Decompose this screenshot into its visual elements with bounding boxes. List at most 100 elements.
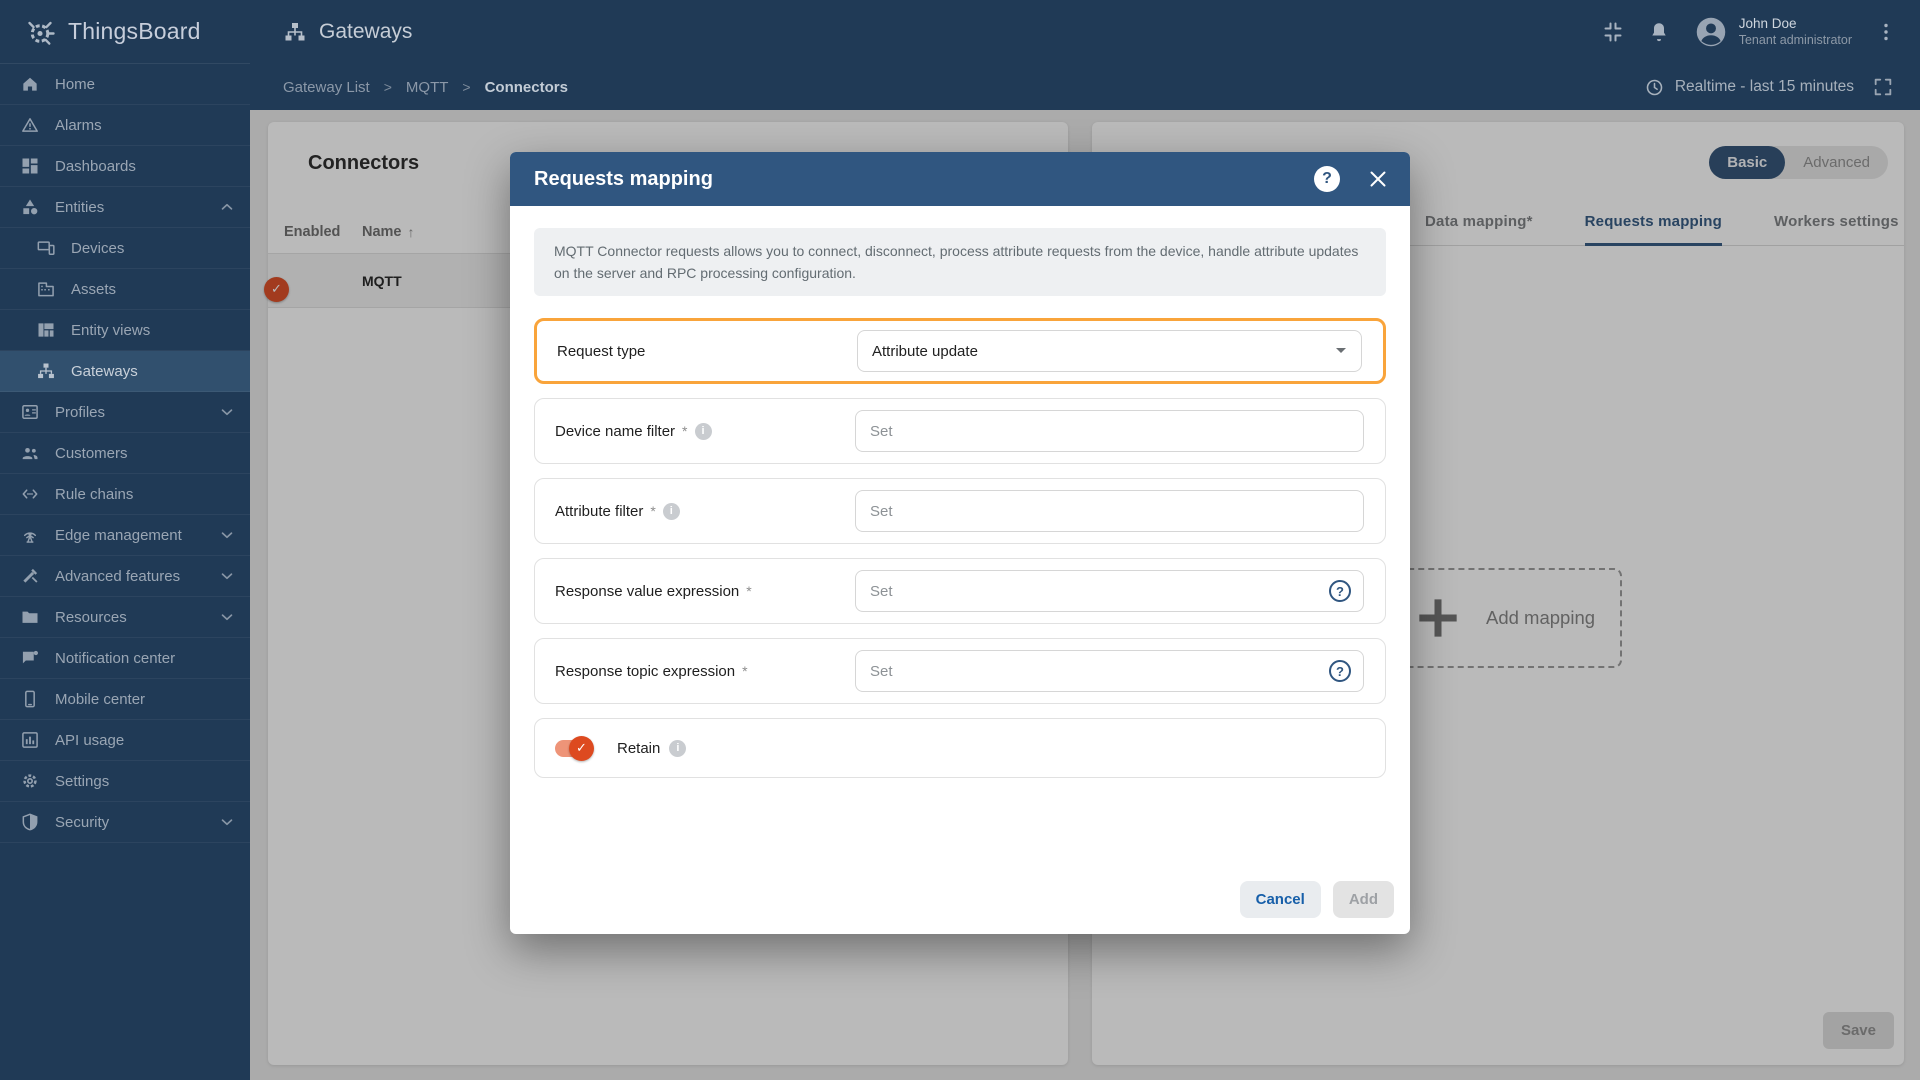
expression-help-icon[interactable]: ? xyxy=(1329,660,1351,682)
smartphone-icon xyxy=(20,689,40,709)
sidebar-item-resources[interactable]: Resources xyxy=(0,597,250,638)
request-type-value: Attribute update xyxy=(872,342,978,360)
more-vert-icon[interactable] xyxy=(1874,20,1898,44)
sidebar-item-alarms[interactable]: Alarms xyxy=(0,105,250,146)
assets-icon xyxy=(36,279,56,299)
chevron-down-icon xyxy=(218,608,236,626)
request-type-select[interactable]: Attribute update xyxy=(857,330,1362,372)
dialog-title: Requests mapping xyxy=(534,167,713,190)
response-value-expression-label: Response value expression xyxy=(555,582,740,600)
sidebar-item-gateways[interactable]: Gateways xyxy=(0,351,250,392)
field-row-device-name-filter: Device name filter * i xyxy=(534,398,1386,464)
retain-label: Retain xyxy=(617,739,661,757)
sidebar-item-assets[interactable]: Assets xyxy=(0,269,250,310)
attribute-filter-input[interactable] xyxy=(855,490,1364,532)
response-value-expression-input[interactable] xyxy=(855,570,1364,612)
required-indicator: * xyxy=(650,503,656,519)
expression-help-icon[interactable]: ? xyxy=(1329,580,1351,602)
field-row-response-value-expression: Response value expression * ? xyxy=(534,558,1386,624)
sidebar-item-mobile-center[interactable]: Mobile center xyxy=(0,679,250,720)
sidebar-item-entity-views[interactable]: Entity views xyxy=(0,310,250,351)
folder-icon xyxy=(20,607,40,627)
add-button[interactable]: Add xyxy=(1332,881,1394,918)
breadcrumb-connectors: Connectors xyxy=(484,78,568,96)
collapse-icon[interactable] xyxy=(1601,20,1625,44)
info-icon[interactable]: i xyxy=(669,739,687,757)
device-name-filter-label: Device name filter xyxy=(555,422,676,440)
sidebar-item-home[interactable]: Home xyxy=(0,64,250,105)
profiles-icon xyxy=(20,402,40,422)
home-icon xyxy=(20,74,40,94)
required-indicator: * xyxy=(742,663,748,679)
required-indicator: * xyxy=(746,583,752,599)
requests-mapping-dialog: Requests mapping ? MQTT Connector reques… xyxy=(510,152,1410,934)
field-row-request-type: Request type Attribute update xyxy=(534,318,1386,384)
cancel-button[interactable]: Cancel xyxy=(1239,881,1321,918)
request-type-label: Request type xyxy=(557,342,646,360)
logo[interactable]: ThingsBoard xyxy=(0,0,250,64)
device-name-filter-input[interactable] xyxy=(855,410,1364,452)
breadcrumb-mqtt[interactable]: MQTT xyxy=(406,79,449,96)
devices-icon xyxy=(36,238,56,258)
dialog-header: Requests mapping ? xyxy=(510,152,1410,206)
sidebar-nav: Home Alarms Dashboards Entities Devices xyxy=(0,64,250,843)
sidebar-item-customers[interactable]: Customers xyxy=(0,433,250,474)
avatar xyxy=(1696,17,1725,47)
required-indicator: * xyxy=(682,423,688,439)
topbar-actions: John Doe Tenant administrator xyxy=(1601,14,1898,50)
breadcrumb-gateway-list[interactable]: Gateway List xyxy=(283,79,370,96)
sidebar-item-rule-chains[interactable]: Rule chains xyxy=(0,474,250,515)
info-icon[interactable]: i xyxy=(694,422,712,440)
breadcrumb-separator: > xyxy=(383,79,392,95)
sidebar-item-dashboards[interactable]: Dashboards xyxy=(0,146,250,187)
attribute-filter-label: Attribute filter xyxy=(555,502,644,520)
user-info: John Doe Tenant administrator xyxy=(1739,15,1852,49)
chevron-down-icon xyxy=(218,813,236,831)
chevron-down-icon xyxy=(218,567,236,585)
retain-toggle[interactable]: ✓ xyxy=(555,735,594,761)
tools-icon xyxy=(20,566,40,586)
fullscreen-icon[interactable] xyxy=(1872,76,1894,98)
sidebar-item-security[interactable]: Security xyxy=(0,802,250,843)
user-menu[interactable]: John Doe Tenant administrator xyxy=(1693,14,1852,50)
top-header: Gateways John Doe Tenant administrator xyxy=(250,0,1920,64)
gateways-icon xyxy=(36,361,56,381)
breadcrumb-separator: > xyxy=(462,79,471,95)
sidebar-item-entities[interactable]: Entities xyxy=(0,187,250,228)
gateways-icon xyxy=(285,23,305,41)
page-title-group: Gateways xyxy=(283,20,412,44)
chevron-down-icon xyxy=(218,526,236,544)
brand-name: ThingsBoard xyxy=(68,18,201,44)
time-range-button[interactable]: Realtime - last 15 minutes xyxy=(1644,77,1854,98)
sidebar-item-advanced-features[interactable]: Advanced features xyxy=(0,556,250,597)
entities-icon xyxy=(20,197,40,217)
customers-icon xyxy=(20,443,40,463)
chart-icon xyxy=(20,730,40,750)
chevron-down-icon xyxy=(1336,348,1346,353)
sidebar-item-notification-center[interactable]: Notification center xyxy=(0,638,250,679)
close-icon[interactable] xyxy=(1366,167,1390,191)
user-name: John Doe xyxy=(1738,16,1797,31)
dialog-description: MQTT Connector requests allows you to co… xyxy=(534,228,1386,296)
sidebar-item-settings[interactable]: Settings xyxy=(0,761,250,802)
breadcrumb-bar: Gateway List > MQTT > Connectors Realtim… xyxy=(250,64,1920,110)
chevron-down-icon xyxy=(218,403,236,421)
breadcrumb: Gateway List > MQTT > Connectors xyxy=(283,79,568,96)
field-row-attribute-filter: Attribute filter * i xyxy=(534,478,1386,544)
notification-icon xyxy=(20,648,40,668)
sidebar-item-devices[interactable]: Devices xyxy=(0,228,250,269)
help-icon[interactable]: ? xyxy=(1314,166,1340,192)
sidebar-item-edge-management[interactable]: Edge management xyxy=(0,515,250,556)
check-icon: ✓ xyxy=(569,735,594,761)
info-icon[interactable]: i xyxy=(662,502,680,520)
field-row-response-topic-expression: Response topic expression * ? xyxy=(534,638,1386,704)
thingsboard-logo-icon xyxy=(28,21,55,45)
user-role: Tenant administrator xyxy=(1738,33,1852,47)
response-topic-expression-label: Response topic expression xyxy=(555,662,736,680)
notifications-bell-icon[interactable] xyxy=(1647,20,1671,44)
sidebar-item-profiles[interactable]: Profiles xyxy=(0,392,250,433)
response-topic-expression-input[interactable] xyxy=(855,650,1364,692)
chevron-up-icon xyxy=(218,198,236,216)
entity-views-icon xyxy=(36,320,56,340)
sidebar-item-api-usage[interactable]: API usage xyxy=(0,720,250,761)
